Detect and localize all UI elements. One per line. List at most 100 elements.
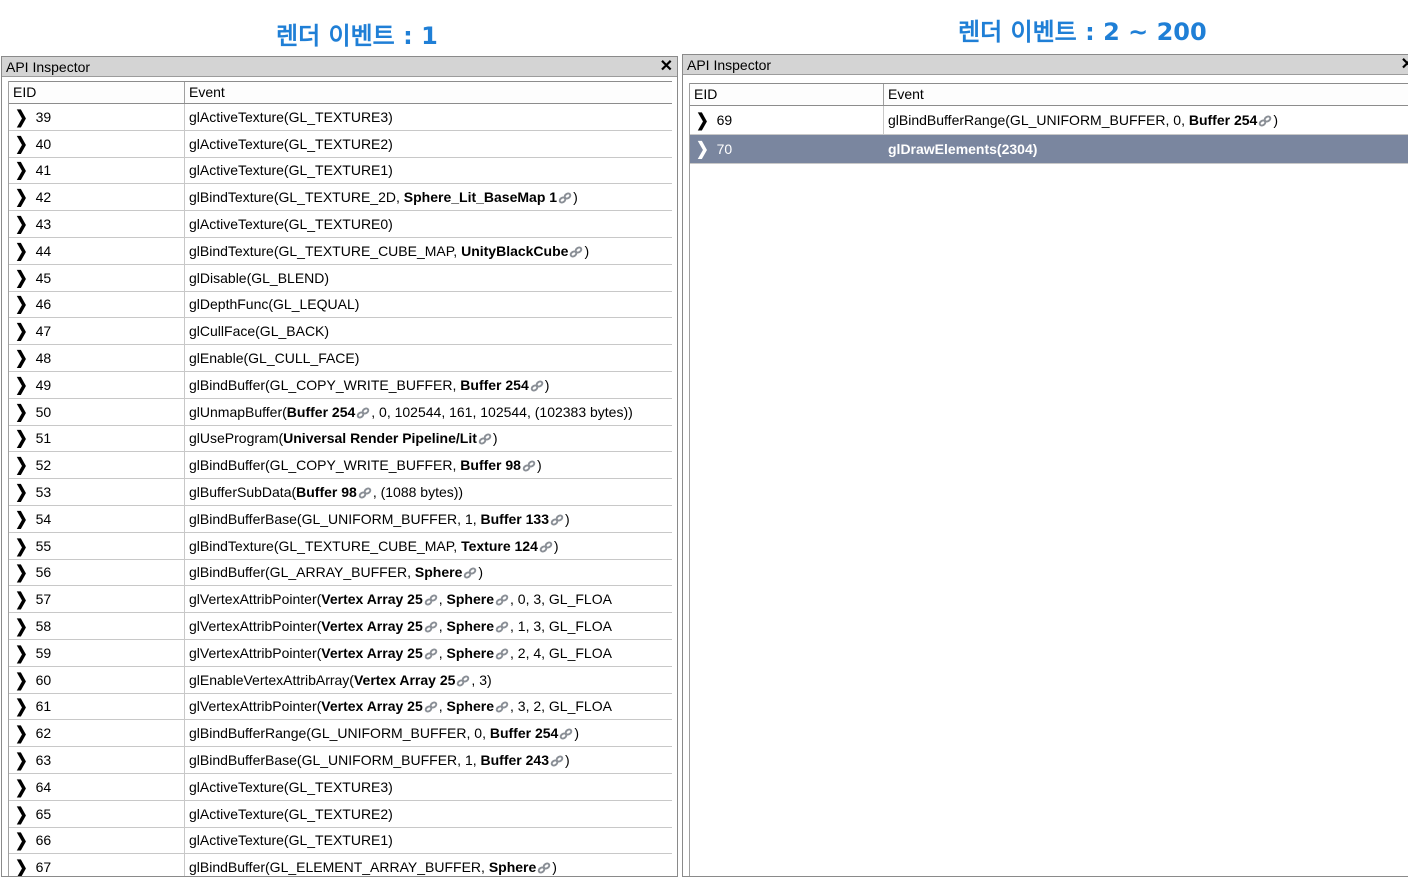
table-row[interactable]: ❯ 69 glBindBufferRange(GL_UNIFORM_BUFFER, … xyxy=(690,106,1408,135)
chevron-right-icon[interactable]: ❯ xyxy=(15,401,28,422)
resource-name[interactable]: Buffer 243 xyxy=(481,752,549,768)
table-row[interactable]: ❯ 51 glUseProgram(Universal Render Pipelin… xyxy=(9,425,672,453)
table-row[interactable]: ❯ 62 glBindBufferRange(GL_UNIFORM_BUFFER, … xyxy=(9,720,672,748)
chevron-right-icon[interactable]: ❯ xyxy=(15,294,28,315)
resource-name[interactable]: Sphere xyxy=(447,591,494,607)
link-icon[interactable] xyxy=(495,647,509,660)
resource-name[interactable]: Sphere_Lit_BaseMap 1 xyxy=(404,189,557,205)
chevron-right-icon[interactable]: ❯ xyxy=(15,750,28,771)
chevron-right-icon[interactable]: ❯ xyxy=(15,776,28,798)
chevron-right-icon[interactable]: ❯ xyxy=(15,428,28,449)
link-icon[interactable] xyxy=(424,593,438,606)
link-icon[interactable] xyxy=(478,432,492,445)
table-row[interactable]: ❯ 60 glEnableVertexAttribArray(Vertex Arra… xyxy=(9,666,672,694)
link-icon[interactable] xyxy=(558,191,572,204)
chevron-right-icon[interactable]: ❯ xyxy=(15,830,28,851)
chevron-right-icon[interactable]: ❯ xyxy=(696,139,709,160)
resource-name[interactable]: Vertex Array 25 xyxy=(321,618,422,634)
resource-name[interactable]: Buffer 254 xyxy=(1189,112,1257,128)
table-row[interactable]: ❯ 50 glUnmapBuffer(Buffer 254 , 0, 102544, … xyxy=(9,398,672,426)
close-icon[interactable]: ✕ xyxy=(660,57,673,77)
link-icon[interactable] xyxy=(550,754,564,767)
table-row[interactable]: ❯ 59 glVertexAttribPointer(Vertex Array 25… xyxy=(9,639,672,667)
resource-name[interactable]: Sphere xyxy=(447,618,494,634)
table-row[interactable]: ❯ 42 glBindTexture(GL_TEXTURE_2D, Sphere_L… xyxy=(9,184,672,212)
chevron-right-icon[interactable]: ❯ xyxy=(15,508,28,530)
table-row[interactable]: ❯ 65 glActiveTexture(GL_TEXTURE2) xyxy=(9,800,672,828)
resource-name[interactable]: UnityBlackCube xyxy=(461,243,568,259)
resource-name[interactable]: Vertex Array 25 xyxy=(321,591,422,607)
table-row[interactable]: ❯ 52 glBindBuffer(GL_COPY_WRITE_BUFFER, Bu… xyxy=(9,452,672,480)
table-row[interactable]: ❯ 49 glBindBuffer(GL_COPY_WRITE_BUFFER, Bu… xyxy=(9,371,672,399)
table-row[interactable]: ❯ 70 glDrawElements(2304) xyxy=(690,135,1408,164)
link-icon[interactable] xyxy=(559,727,573,740)
link-icon[interactable] xyxy=(569,245,583,258)
table-row[interactable]: ❯ 48 glEnable(GL_CULL_FACE) xyxy=(9,345,672,372)
link-icon[interactable] xyxy=(358,486,372,499)
resource-name[interactable]: Texture 124 xyxy=(461,538,538,554)
table-row[interactable]: ❯ 41 glActiveTexture(GL_TEXTURE1) xyxy=(9,157,672,185)
resource-name[interactable]: Buffer 98 xyxy=(460,457,521,473)
column-header-event[interactable]: Event xyxy=(185,82,672,103)
resource-name[interactable]: Sphere xyxy=(489,859,536,875)
link-icon[interactable] xyxy=(522,459,536,472)
resource-name[interactable]: Buffer 133 xyxy=(481,511,549,527)
chevron-right-icon[interactable]: ❯ xyxy=(15,241,28,262)
link-icon[interactable] xyxy=(1258,114,1272,127)
link-icon[interactable] xyxy=(424,620,438,633)
table-row[interactable]: ❯ 40 glActiveTexture(GL_TEXTURE2) xyxy=(9,130,672,158)
chevron-right-icon[interactable]: ❯ xyxy=(15,589,28,610)
resource-name[interactable]: Buffer 254 xyxy=(460,377,528,393)
chevron-right-icon[interactable]: ❯ xyxy=(15,214,28,235)
table-row[interactable]: ❯ 54 glBindBufferBase(GL_UNIFORM_BUFFER, 1… xyxy=(9,505,672,533)
table-row[interactable]: ❯ 57 glVertexAttribPointer(Vertex Array 25… xyxy=(9,586,672,614)
chevron-right-icon[interactable]: ❯ xyxy=(15,187,28,208)
table-row[interactable]: ❯ 55 glBindTexture(GL_TEXTURE_CUBE_MAP, Te… xyxy=(9,532,672,560)
resource-name[interactable]: Universal Render Pipeline/Lit xyxy=(283,430,477,446)
table-row[interactable]: ❯ 44 glBindTexture(GL_TEXTURE_CUBE_MAP, Un… xyxy=(9,237,672,265)
chevron-right-icon[interactable]: ❯ xyxy=(15,562,28,583)
resource-name[interactable]: Sphere xyxy=(447,698,494,714)
close-icon[interactable]: ✕ xyxy=(1401,55,1408,75)
link-icon[interactable] xyxy=(424,700,438,713)
table-row[interactable]: ❯ 63 glBindBufferBase(GL_UNIFORM_BUFFER, 1… xyxy=(9,747,672,774)
column-header-event[interactable]: Event xyxy=(884,84,1408,105)
chevron-right-icon[interactable]: ❯ xyxy=(15,723,28,744)
table-row[interactable]: ❯ 61 glVertexAttribPointer(Vertex Array 25… xyxy=(9,693,672,721)
chevron-right-icon[interactable]: ❯ xyxy=(15,133,28,154)
link-icon[interactable] xyxy=(424,647,438,660)
resource-name[interactable]: Vertex Array 25 xyxy=(354,672,455,688)
table-row[interactable]: ❯ 53 glBufferSubData(Buffer 98 , (1088 byte… xyxy=(9,479,672,506)
resource-name[interactable]: Sphere xyxy=(447,645,494,661)
link-icon[interactable] xyxy=(539,540,553,553)
link-icon[interactable] xyxy=(495,700,509,713)
resource-name[interactable]: Buffer 254 xyxy=(287,404,355,420)
link-icon[interactable] xyxy=(530,379,544,392)
chevron-right-icon[interactable]: ❯ xyxy=(15,107,28,128)
table-row[interactable]: ❯ 58 glVertexAttribPointer(Vertex Array 25… xyxy=(9,613,672,640)
link-icon[interactable] xyxy=(495,620,509,633)
table-row[interactable]: ❯ 56 glBindBuffer(GL_ARRAY_BUFFER, Sphere) xyxy=(9,559,672,587)
chevron-right-icon[interactable]: ❯ xyxy=(15,616,28,637)
chevron-right-icon[interactable]: ❯ xyxy=(15,321,28,342)
resource-name[interactable]: Buffer 254 xyxy=(490,725,558,741)
table-row[interactable]: ❯ 67 glBindBuffer(GL_ELEMENT_ARRAY_BUFFER,… xyxy=(9,854,672,876)
table-row[interactable]: ❯ 47 glCullFace(GL_BACK) xyxy=(9,318,672,346)
link-icon[interactable] xyxy=(550,513,564,526)
link-icon[interactable] xyxy=(495,593,509,606)
chevron-right-icon[interactable]: ❯ xyxy=(15,535,28,556)
chevron-right-icon[interactable]: ❯ xyxy=(15,696,28,717)
chevron-right-icon[interactable]: ❯ xyxy=(15,375,28,396)
table-row[interactable]: ❯ 39 glActiveTexture(GL_TEXTURE3) xyxy=(9,104,672,131)
link-icon[interactable] xyxy=(463,566,477,579)
table-row[interactable]: ❯ 43 glActiveTexture(GL_TEXTURE0) xyxy=(9,211,672,238)
chevron-right-icon[interactable]: ❯ xyxy=(15,455,28,476)
chevron-right-icon[interactable]: ❯ xyxy=(15,857,28,876)
column-header-eid[interactable]: EID xyxy=(9,82,185,103)
chevron-right-icon[interactable]: ❯ xyxy=(15,267,28,288)
resource-name[interactable]: Vertex Array 25 xyxy=(321,698,422,714)
column-header-eid[interactable]: EID xyxy=(690,84,884,105)
chevron-right-icon[interactable]: ❯ xyxy=(15,803,28,824)
table-row[interactable]: ❯ 66 glActiveTexture(GL_TEXTURE1) xyxy=(9,827,672,855)
chevron-right-icon[interactable]: ❯ xyxy=(15,669,28,690)
